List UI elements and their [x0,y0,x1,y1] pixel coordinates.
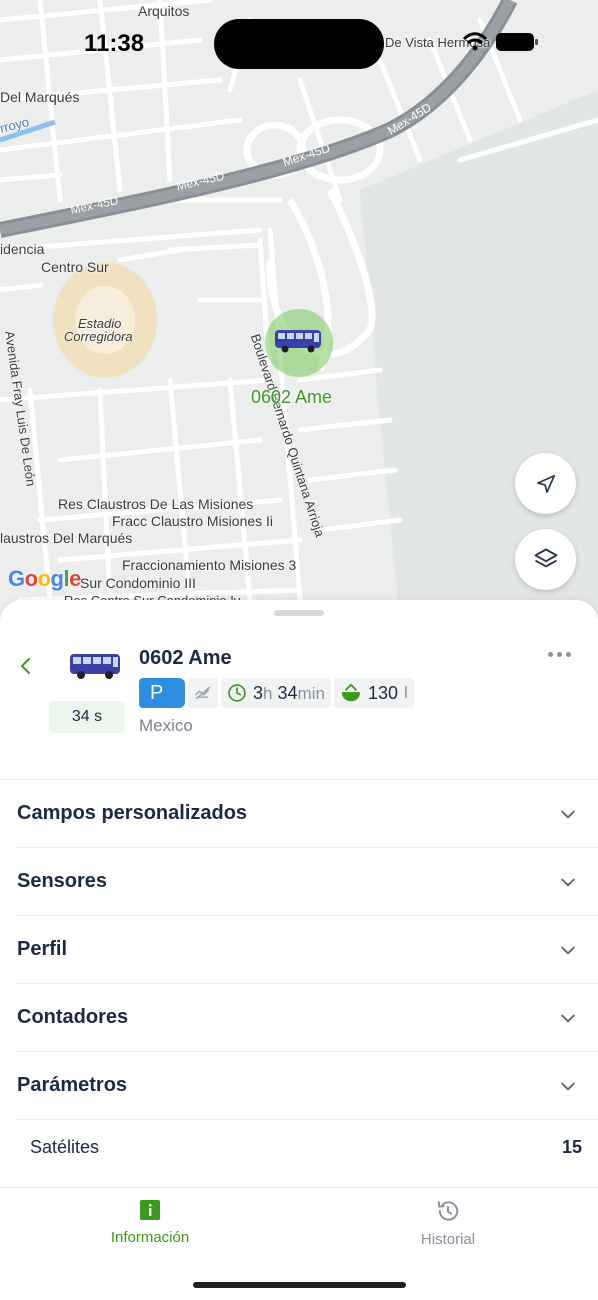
info-icon [140,1200,160,1220]
map-label-centro-sur: Centro Sur [41,259,109,275]
tab-history[interactable]: Historial [368,1198,528,1248]
chevron-down-icon [561,878,575,886]
unit-location: Mexico [139,716,193,735]
section-sensors[interactable]: Sensores [17,848,598,916]
section-profile[interactable]: Perfil [17,916,598,984]
map-view[interactable]: Arquitos Del Marqués rroyo Mex-45D Mex-4… [0,0,598,620]
dot-icon [556,651,562,657]
tab-history-label: Historial [420,1231,476,1248]
unit-details-sheet: 34 s 0602 Ame P 3h 34min 130 l Mexico Ca… [0,600,598,1300]
unit-name: 0602 Ame [139,647,232,669]
map-label-claustros-misiones: Res Claustros De Las Misiones [58,496,254,512]
section-title: Sensores [17,870,108,892]
bottom-nav-divider [0,1187,598,1188]
more-options-button[interactable] [544,646,574,662]
status-time: 11:38 [84,30,145,57]
map-label-del-marques: Del Marqués [0,89,80,105]
duration-hours: 3 [253,682,264,703]
dot-icon [565,651,571,657]
map-label-arquitos: Arquitos [138,3,190,19]
parameter-value: 15 [561,1137,582,1157]
google-logo: Google [8,566,81,591]
map-layers-button[interactable] [515,529,576,590]
fuel-value: 130 [367,682,398,703]
dynamic-island [214,19,384,69]
parking-duration-chip: 3h 34min [221,678,331,708]
fuel-tank-icon [341,683,361,702]
vehicle-map-label[interactable]: 0602 Ame [251,387,332,408]
layers-icon [534,548,557,567]
section-parameters[interactable]: Parámetros [17,1052,598,1120]
fuel-level-chip: 130 l [333,678,414,708]
battery-icon [496,33,538,51]
locate-me-button[interactable] [515,453,576,514]
section-custom-fields[interactable]: Campos personalizados [17,780,598,848]
engine-off-icon [195,686,211,700]
home-indicator [193,1282,406,1288]
duration-minutes-unit: min [297,683,325,703]
chevron-left-icon [21,658,30,674]
back-button[interactable] [14,654,38,678]
section-title: Campos personalizados [17,802,248,824]
dot-icon [547,651,553,657]
bus-marker-icon[interactable] [274,328,322,354]
section-title: Contadores [17,1006,129,1028]
section-counters[interactable]: Contadores [17,984,598,1052]
map-label-sur-condominio: Sur Condominio III [80,575,196,591]
chevron-down-icon [561,1014,575,1022]
unit-status-chips: P 3h 34min 130 l [139,678,414,708]
duration-hours-unit: h [263,683,273,703]
map-label-fracc-misiones3: Fraccionamiento Misiones 3 [122,557,297,573]
map-label-fracc-claustro: Fracc Claustro Misiones Ii [112,513,274,529]
history-icon [437,1201,459,1221]
tab-information[interactable]: Información [70,1198,230,1246]
last-message-age-badge: 34 s [49,701,125,733]
parking-status-badge: P [139,678,185,708]
sheet-drag-handle[interactable] [274,610,324,616]
map-label-claustros-marques: laustros Del Marqués [0,530,133,546]
chevron-down-icon [561,810,575,818]
duration-minutes: 34 [277,682,298,703]
chevron-down-icon [561,946,575,954]
map-label-idencia: idencia [0,241,45,257]
map-label-corregidora: Corregidora [64,329,133,344]
wifi-icon [462,32,488,51]
tab-information-label: Información [110,1229,190,1246]
clock-icon [228,684,246,702]
fuel-unit: l [403,683,408,702]
status-icons [462,32,538,52]
navigation-arrow-icon [536,474,555,493]
section-title: Perfil [17,938,68,960]
chevron-down-icon [561,1082,575,1090]
bus-icon [70,654,120,679]
parameter-row-satellites: Satélites 15 [30,1137,582,1158]
parameter-name: Satélites [30,1137,100,1157]
ignition-chip [188,678,218,708]
section-title: Parámetros [17,1074,128,1096]
